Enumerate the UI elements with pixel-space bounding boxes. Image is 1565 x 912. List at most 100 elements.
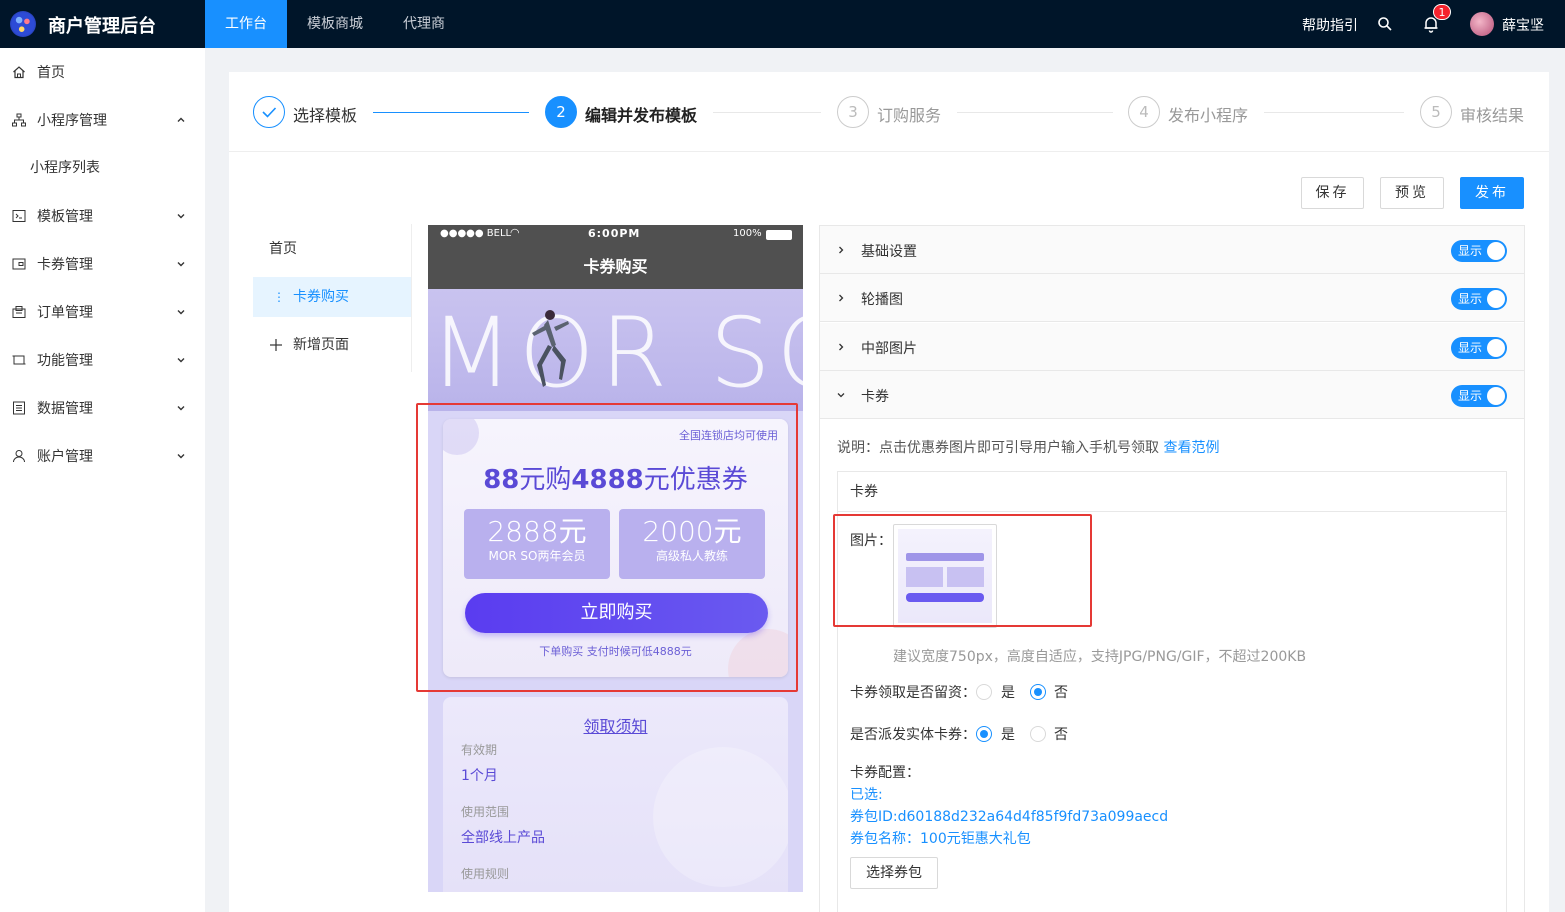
- topnav-workbench[interactable]: 工作台: [205, 0, 287, 48]
- sidebar-item-label: 首页: [37, 65, 65, 81]
- physical-coupon-yes-radio[interactable]: [976, 726, 992, 742]
- plus-icon: [270, 339, 282, 351]
- coupon-config-label: 卡券配置：: [850, 765, 920, 781]
- radio-label: 否: [1054, 685, 1068, 701]
- chevron-right-icon: [839, 294, 844, 302]
- page-item-coupon-purchase[interactable]: ⋮ 卡券购买: [253, 277, 411, 317]
- view-example-link[interactable]: 查看范例: [1163, 440, 1219, 456]
- radio-label: 否: [1054, 727, 1068, 743]
- battery-text: 100%: [733, 228, 762, 239]
- home-icon: [13, 66, 25, 79]
- notice-card: 领取须知 有效期 1个月 使用范围 全部线上产品 使用规则: [443, 697, 788, 892]
- package-id: 券包ID:d60188d232a64d4f85f9fd73a099aecd: [850, 809, 1169, 825]
- section-title: 中部图片: [861, 341, 917, 357]
- preview-button[interactable]: 预览: [1380, 177, 1444, 209]
- step-4-number: 4: [1128, 96, 1160, 128]
- show-toggle[interactable]: 显示: [1451, 288, 1507, 310]
- sidebar-item-account[interactable]: 账户管理: [0, 432, 205, 480]
- collect-info-no-radio[interactable]: [1030, 684, 1046, 700]
- show-toggle[interactable]: 显示: [1451, 240, 1507, 262]
- status-bar: ●●●●● BELL ◠ 6:00PM 100%: [428, 225, 803, 245]
- sidebar-subitem-miniprogram-list[interactable]: 小程序列表: [0, 144, 205, 192]
- collect-info-label: 卡券领取是否留资：: [850, 685, 976, 701]
- step-connector: [1264, 112, 1404, 113]
- help-link[interactable]: 帮助指引: [1302, 15, 1358, 35]
- sidebar-item-function[interactable]: 功能管理: [0, 336, 205, 384]
- topnav-template-store[interactable]: 模板商城: [287, 0, 383, 48]
- validity-value: 1个月: [461, 768, 498, 784]
- chevron-right-icon: [839, 246, 844, 254]
- section-title: 轮播图: [861, 292, 903, 308]
- chevron-down-icon: [177, 262, 185, 267]
- app-logo-icon: [10, 11, 36, 37]
- section-carousel[interactable]: 轮播图 显示: [820, 274, 1524, 322]
- radio-label: 是: [1001, 685, 1015, 701]
- add-page-button[interactable]: 新增页面: [253, 325, 411, 365]
- chevron-down-icon: [177, 406, 185, 411]
- hero-text: MOR SO: [430, 297, 803, 409]
- toggle-knob: [1487, 242, 1505, 260]
- sidebar-item-home[interactable]: 首页: [0, 48, 205, 96]
- section-basic-settings[interactable]: 基础设置 显示: [820, 226, 1524, 274]
- toggle-knob: [1487, 290, 1505, 308]
- chevron-up-icon: [177, 117, 185, 122]
- select-package-button[interactable]: 选择券包: [850, 857, 938, 889]
- search-icon[interactable]: [1377, 16, 1393, 32]
- sidebar-item-order[interactable]: 订单管理: [0, 288, 205, 336]
- section-coupon[interactable]: 卡券 显示: [820, 371, 1524, 419]
- collect-info-yes-radio[interactable]: [976, 684, 992, 700]
- sidebar-item-label: 模板管理: [37, 209, 93, 225]
- hero-banner[interactable]: MOR SO: [428, 289, 803, 411]
- step-2-label: 编辑并发布模板: [585, 106, 698, 125]
- description-text: 说明：点击优惠券图片即可引导用户输入手机号领取: [837, 440, 1159, 456]
- drag-handle-icon[interactable]: ⋮: [273, 277, 285, 317]
- sidebar-item-label: 账户管理: [37, 449, 93, 465]
- sidebar: 首页 小程序管理 小程序列表 模板管理 卡券管理 订单管理 功能管理 数据管理 …: [0, 48, 205, 912]
- toggle-knob: [1487, 339, 1505, 357]
- toggle-label: 显示: [1458, 244, 1483, 258]
- save-button[interactable]: 保存: [1301, 177, 1364, 209]
- wallet-icon: [12, 258, 26, 270]
- physical-coupon-no-radio[interactable]: [1030, 726, 1046, 742]
- sidebar-item-coupon[interactable]: 卡券管理: [0, 240, 205, 288]
- sidebar-item-miniprogram[interactable]: 小程序管理: [0, 96, 205, 144]
- step-3-number: 3: [837, 96, 869, 128]
- show-toggle[interactable]: 显示: [1451, 337, 1507, 359]
- top-bar: 商户管理后台 工作台 模板商城 代理商 帮助指引 1 薛宝坚: [0, 0, 1565, 48]
- publish-button[interactable]: 发布: [1460, 177, 1524, 209]
- notification-badge: 1: [1433, 4, 1451, 20]
- toggle-label: 显示: [1458, 292, 1483, 306]
- order-icon: [12, 306, 26, 318]
- validity-label: 有效期: [461, 743, 498, 757]
- username[interactable]: 薛宝坚: [1502, 15, 1544, 35]
- runner-figure-icon: [532, 310, 569, 387]
- data-icon: [13, 401, 25, 415]
- step-4-label: 发布小程序: [1168, 106, 1249, 125]
- sidebar-item-label: 订单管理: [37, 305, 93, 321]
- coupon-config-title: 卡券: [838, 472, 1506, 512]
- step-2-number: 2: [545, 96, 577, 128]
- page-item-home[interactable]: 首页: [253, 229, 411, 269]
- decor-circle: [653, 747, 788, 887]
- sidebar-item-label: 功能管理: [37, 353, 93, 369]
- wifi-icon: ◠: [510, 226, 520, 239]
- main-panel: 选择模板 2 编辑并发布模板 3 订购服务 4 发布小程序 5 审核结果 保存 …: [229, 72, 1549, 912]
- upload-hint: 建议宽度750px，高度自适应，支持JPG/PNG/GIF，不超过200KB: [893, 649, 1307, 665]
- check-icon: [253, 96, 285, 128]
- coupon-description: 说明：点击优惠券图片即可引导用户输入手机号领取 查看范例: [837, 437, 1219, 457]
- chevron-down-icon: [177, 214, 185, 219]
- topnav-agent[interactable]: 代理商: [383, 0, 465, 48]
- phone-nav-title: 卡券购买: [428, 245, 803, 289]
- notice-title: 领取须知: [583, 717, 648, 736]
- sidebar-item-template[interactable]: 模板管理: [0, 192, 205, 240]
- page-item-label: 卡券购买: [293, 289, 349, 305]
- sidebar-item-label: 卡券管理: [37, 257, 93, 273]
- scope-label: 使用范围: [461, 805, 510, 819]
- avatar[interactable]: [1470, 12, 1494, 36]
- step-1-label: 选择模板: [293, 106, 358, 125]
- chevron-right-icon: [839, 343, 844, 351]
- show-toggle[interactable]: 显示: [1451, 385, 1507, 407]
- step-5-number: 5: [1420, 96, 1452, 128]
- section-middle-image[interactable]: 中部图片 显示: [820, 323, 1524, 371]
- sidebar-item-data[interactable]: 数据管理: [0, 384, 205, 432]
